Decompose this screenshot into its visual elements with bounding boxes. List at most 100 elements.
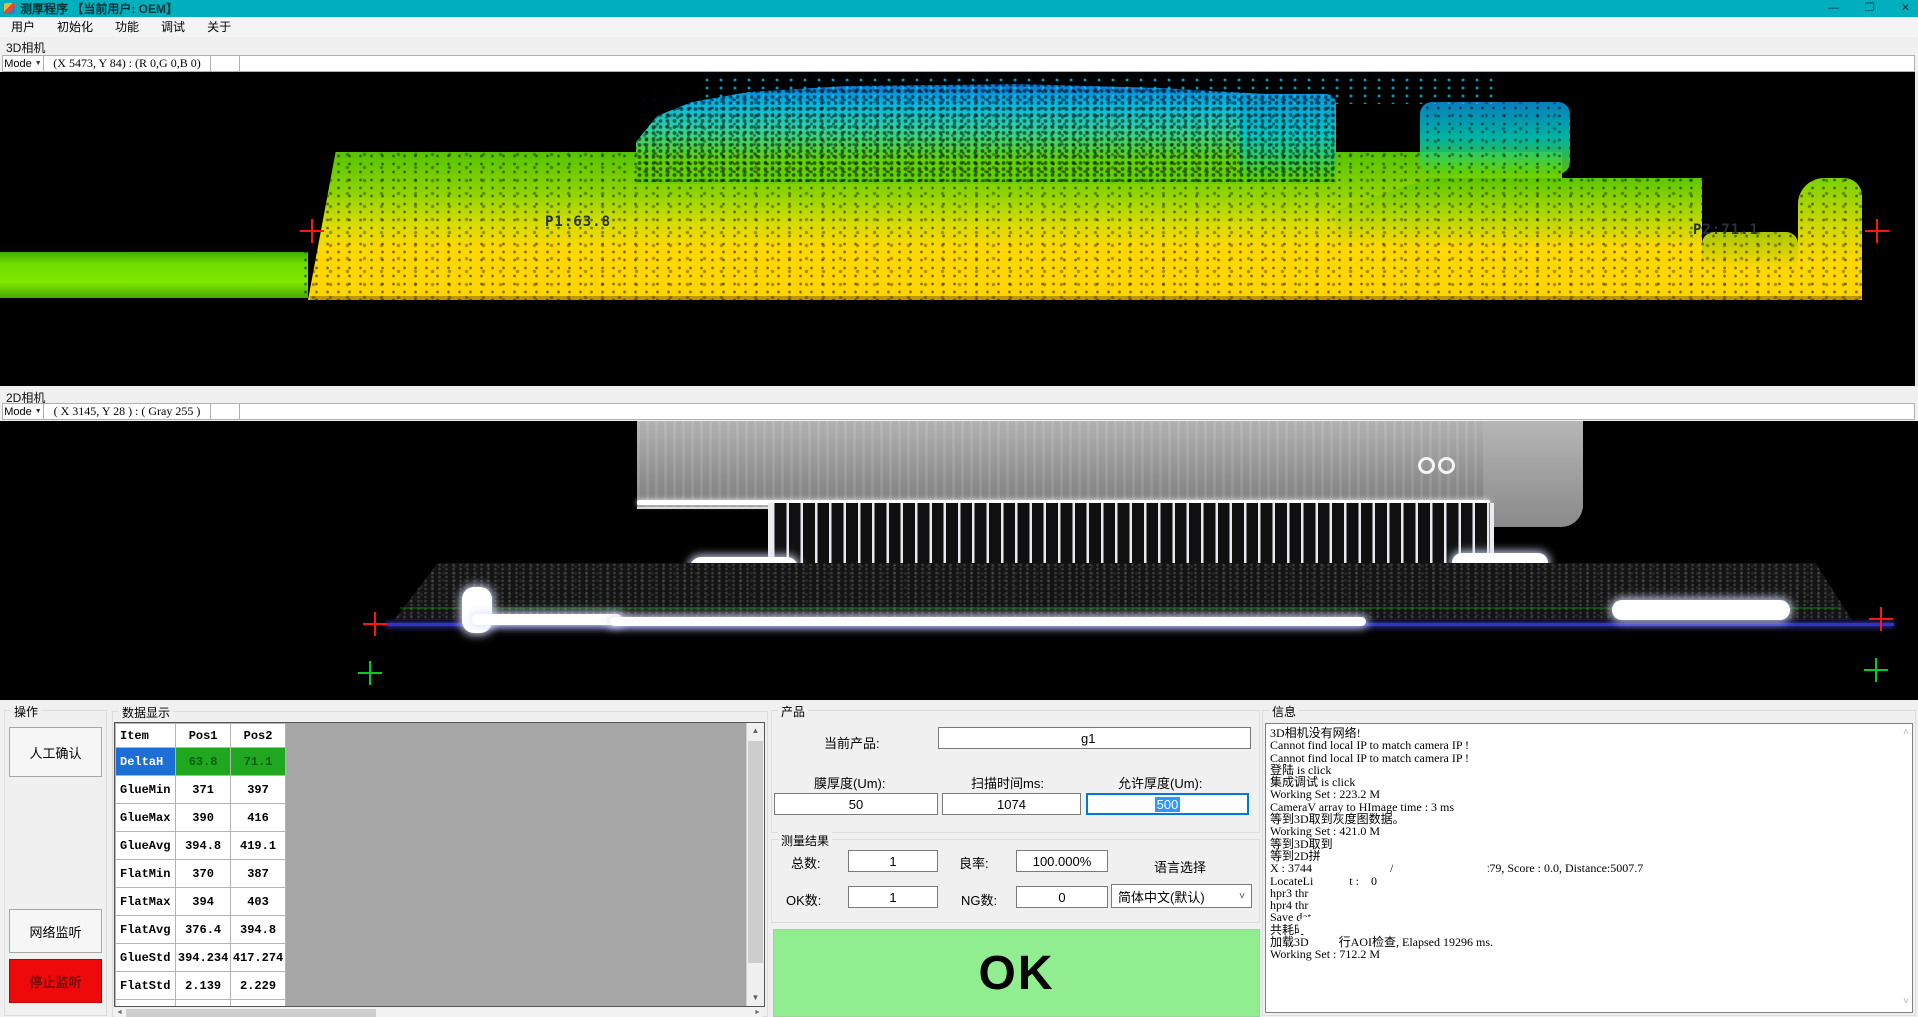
menu-item[interactable]: 调试 — [150, 17, 196, 37]
table-row[interactable]: FlatAvg376.4394.8 — [116, 916, 286, 944]
language-dropdown[interactable]: 简体中文(默认) ˅ — [1111, 884, 1252, 908]
table-row[interactable]: FlatMin370387 — [116, 860, 286, 888]
menu-bar: 用户初始化功能调试关于 — [0, 17, 1918, 37]
menu-item[interactable]: 用户 — [0, 17, 46, 37]
table-cell[interactable]: 417.274 — [231, 944, 286, 972]
yield-field[interactable]: 100.000% — [1016, 850, 1108, 872]
data-display-title: 数据显示 — [119, 704, 173, 721]
table-row[interactable]: FlatStd2.1392.229 — [116, 972, 286, 1000]
scroll-up-icon[interactable]: ˄ — [1903, 727, 1909, 738]
camera3d-view[interactable]: P1:63.8 P2:71.1 — [0, 72, 1918, 386]
allow-thickness-input[interactable]: 500 — [1086, 793, 1249, 815]
table-cell[interactable]: FlatAvg — [116, 916, 176, 944]
table-cell[interactable]: GlueMin — [116, 776, 176, 804]
table-cell[interactable]: 63.8 — [176, 748, 231, 776]
table-row[interactable]: X2583.57966.7 — [116, 1000, 286, 1007]
total-count-field[interactable]: 1 — [848, 850, 938, 872]
table-cell[interactable]: 2.229 — [231, 972, 286, 1000]
scroll-up-icon[interactable]: ▲ — [747, 723, 764, 739]
log-line: X : 3744 /58 Angle : -0.279, Score : 0.0… — [1270, 862, 1912, 874]
crosshair-red-right — [1865, 219, 1889, 243]
table-cell[interactable]: DeltaH — [116, 748, 176, 776]
scan-time-input[interactable] — [942, 793, 1081, 815]
scrollbar-thumb[interactable] — [748, 741, 763, 963]
scrollbar-thumb[interactable] — [126, 1009, 376, 1017]
scroll-right-icon[interactable]: ► — [752, 1008, 763, 1017]
manual-confirm-button[interactable]: 人工确认 — [9, 727, 102, 777]
camera2d-mode-bar: Mode ▼ ( X 3145, Y 28 ) : ( Gray 255 ) — [2, 403, 1915, 420]
current-product-input[interactable] — [938, 727, 1251, 749]
table-cell[interactable]: 2583.5 — [176, 1000, 231, 1007]
table-cell[interactable]: 371 — [176, 776, 231, 804]
mode-bar-cell — [211, 404, 240, 419]
table-cell[interactable]: 394.8 — [176, 832, 231, 860]
scroll-down-icon[interactable]: ▼ — [747, 990, 764, 1006]
table-cell[interactable]: 2.139 — [176, 972, 231, 1000]
ng-count-field[interactable]: 0 — [1016, 886, 1108, 908]
table-cell[interactable]: GlueAvg — [116, 832, 176, 860]
p2-measurement-label: P2:71.1 — [1693, 222, 1759, 238]
table-row[interactable]: GlueStd394.234417.274 — [116, 944, 286, 972]
mode-button-2d[interactable]: Mode ▼ — [3, 404, 44, 419]
glue-bead — [610, 617, 1366, 626]
table-cell[interactable]: FlatMax — [116, 888, 176, 916]
column-header[interactable]: Pos1 — [176, 724, 231, 748]
horizontal-scrollbar[interactable]: ◄ ► — [114, 1008, 763, 1017]
yield-label: 良率: — [959, 853, 989, 872]
table-cell[interactable]: 387 — [231, 860, 286, 888]
scroll-down-icon[interactable]: ˅ — [1903, 996, 1909, 1007]
table-cell[interactable]: 397 — [231, 776, 286, 804]
table-row[interactable]: GlueAvg394.8419.1 — [116, 832, 286, 860]
column-header[interactable]: Item — [116, 724, 176, 748]
table-cell[interactable]: 370 — [176, 860, 231, 888]
menu-item[interactable]: 初始化 — [46, 17, 104, 37]
mode-button-3d[interactable]: Mode ▼ — [3, 56, 44, 71]
table-cell[interactable]: 390 — [176, 804, 231, 832]
table-row[interactable]: GlueMin371397 — [116, 776, 286, 804]
result-title: 测量结果 — [778, 832, 832, 849]
minimize-button[interactable]: — — [1828, 0, 1839, 17]
table-cell[interactable]: FlatMin — [116, 860, 176, 888]
camera2d-view[interactable] — [0, 421, 1918, 700]
table-cell[interactable]: 71.1 — [231, 748, 286, 776]
data-grid[interactable]: ItemPos1Pos2DeltaH63.871.1GlueMin371397G… — [114, 722, 765, 1007]
column-header[interactable]: Pos2 — [231, 724, 286, 748]
table-cell[interactable]: 7966.7 — [231, 1000, 286, 1007]
table-row[interactable]: DeltaH63.871.1 — [116, 748, 286, 776]
maximize-button[interactable]: ❐ — [1865, 0, 1875, 17]
menu-item[interactable]: 关于 — [196, 17, 242, 37]
table-cell[interactable]: GlueStd — [116, 944, 176, 972]
close-button[interactable]: ✕ — [1901, 0, 1910, 17]
scroll-left-icon[interactable]: ◄ — [114, 1008, 125, 1017]
camera3d-mode-bar: Mode ▼ (X 5473, Y 84) : (R 0,G 0,B 0) — [2, 55, 1915, 72]
app-window: 测厚程序 【当前用户: OEM】 — ❐ ✕ 用户初始化功能调试关于 3D相机 … — [0, 0, 1918, 1017]
table-cell[interactable]: 403 — [231, 888, 286, 916]
table-row[interactable]: FlatMax394403 — [116, 888, 286, 916]
log-line: Cannot find local IP to match camera IP … — [1270, 739, 1912, 751]
table-cell[interactable]: 376.4 — [176, 916, 231, 944]
data-table-area[interactable]: ItemPos1Pos2DeltaH63.871.1GlueMin371397G… — [115, 723, 286, 1006]
film-thickness-input[interactable] — [774, 793, 938, 815]
table-cell[interactable]: FlatStd — [116, 972, 176, 1000]
table-cell[interactable]: GlueMax — [116, 804, 176, 832]
network-listen-button[interactable]: 网络监听 — [9, 909, 102, 953]
log-listbox[interactable]: 3D相机没有网络!Cannot find local IP to match c… — [1265, 723, 1913, 1013]
table-cell[interactable]: 419.1 — [231, 832, 286, 860]
table-cell[interactable]: 394.8 — [231, 916, 286, 944]
table-cell[interactable]: 394 — [176, 888, 231, 916]
vertical-scrollbar[interactable]: ▲ ▼ — [746, 723, 764, 1006]
table-cell[interactable]: 394.234 — [176, 944, 231, 972]
ok-count-field[interactable]: 1 — [848, 886, 938, 908]
table-row[interactable]: GlueMax390416 — [116, 804, 286, 832]
result-panel: 测量结果 总数: 1 良率: 100.000% 语言选择 OK数: 1 NG数:… — [771, 839, 1260, 923]
stop-listen-button[interactable]: 停止监听 — [9, 959, 102, 1003]
table-cell[interactable]: 416 — [231, 804, 286, 832]
log-line: Working Set : 223.2 M — [1270, 788, 1912, 800]
table-cell[interactable]: X — [116, 1000, 176, 1007]
log-line: Cannot find local IP to match camera IP … — [1270, 752, 1912, 764]
p1-measurement-label: P1:63.8 — [545, 214, 611, 230]
total-label: 总数: — [791, 853, 821, 872]
language-label: 语言选择 — [1154, 857, 1206, 876]
menu-item[interactable]: 功能 — [104, 17, 150, 37]
log-line: 登陆 is click — [1270, 764, 1912, 776]
